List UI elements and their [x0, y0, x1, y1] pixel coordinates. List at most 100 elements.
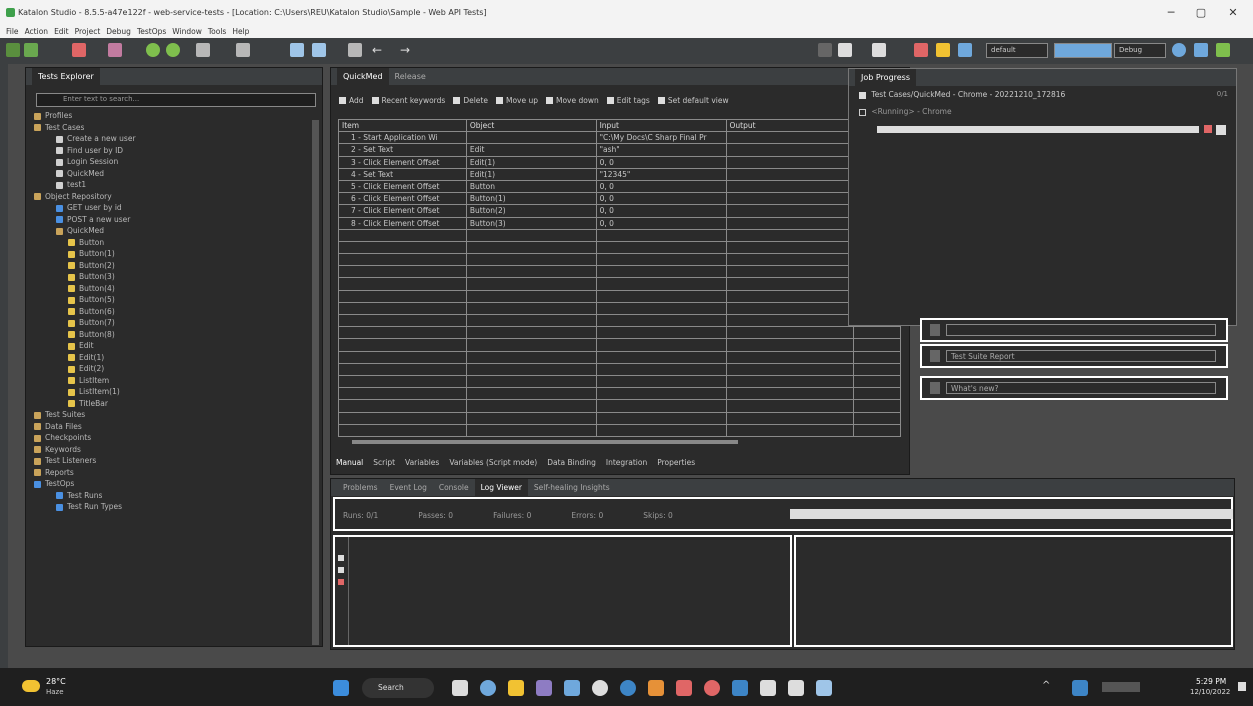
editor-mode-tab[interactable]: Variables: [405, 458, 439, 467]
empty-cell[interactable]: [465, 423, 597, 437]
panel-toggle-icon[interactable]: [818, 43, 832, 57]
tree-item[interactable]: Button(1): [30, 248, 312, 260]
empty-cell[interactable]: [465, 399, 597, 413]
clock-time[interactable]: 5:29 PM: [1196, 677, 1226, 686]
empty-cell[interactable]: [595, 374, 727, 389]
table-row[interactable]: 2 - Set Text Edit "ash": [338, 143, 901, 157]
empty-cell[interactable]: [595, 240, 727, 255]
editor-mode-tab[interactable]: Integration: [606, 458, 647, 467]
cell-object[interactable]: Edit(1): [465, 167, 597, 181]
run-select[interactable]: [1054, 43, 1112, 58]
tree-item[interactable]: Profiles: [30, 110, 312, 122]
empty-cell[interactable]: [725, 277, 855, 291]
column-header[interactable]: Item: [338, 118, 467, 133]
empty-cell[interactable]: [725, 411, 855, 425]
windows-spy-icon[interactable]: [290, 43, 304, 57]
empty-cell[interactable]: [465, 277, 597, 291]
cell-input[interactable]: 0, 0: [595, 216, 727, 230]
tests-explorer-tab[interactable]: Tests Explorer: [32, 68, 100, 85]
cell-object[interactable]: Edit: [465, 143, 597, 157]
tree-item[interactable]: Test Cases: [30, 122, 312, 134]
search-input[interactable]: Enter text to search...: [63, 95, 139, 103]
menu-file[interactable]: File: [6, 26, 19, 38]
empty-cell[interactable]: [853, 387, 901, 401]
empty-cell[interactable]: [595, 350, 727, 364]
tree-item[interactable]: Test Runs: [30, 490, 312, 502]
tree-item[interactable]: Button(7): [30, 317, 312, 329]
tree-item[interactable]: Create a new user: [30, 133, 312, 145]
clock-date[interactable]: 12/10/2022: [1190, 688, 1230, 696]
tree-item[interactable]: QuickMed: [30, 168, 312, 180]
table-row[interactable]: 6 - Click Element Offset Button(1) 0, 0: [338, 192, 901, 206]
cell-output[interactable]: [725, 204, 855, 218]
editor-toolbar-button[interactable]: Move up: [495, 96, 538, 106]
empty-cell[interactable]: [725, 313, 855, 328]
tree-item[interactable]: Find user by ID: [30, 145, 312, 157]
tree-item[interactable]: Button(6): [30, 306, 312, 318]
tree-item[interactable]: Edit: [30, 340, 312, 352]
save-icon[interactable]: [24, 43, 38, 57]
editor-mode-tab[interactable]: Variables (Script mode): [449, 458, 537, 467]
windows-record-icon[interactable]: [312, 43, 326, 57]
empty-cell[interactable]: [338, 423, 467, 437]
empty-cell[interactable]: [725, 301, 855, 316]
column-header[interactable]: Output: [725, 118, 855, 133]
tree-item[interactable]: Keywords: [30, 444, 312, 456]
tree-item[interactable]: Edit(2): [30, 363, 312, 375]
table-row[interactable]: 1 - Start Application Wi "C:\My Docs\C Sh…: [338, 131, 901, 145]
mobile-spy-icon[interactable]: [196, 43, 210, 57]
log-tab[interactable]: Log Viewer: [474, 479, 528, 496]
empty-cell[interactable]: [338, 301, 467, 316]
account-icon[interactable]: [1172, 43, 1186, 57]
empty-cell[interactable]: [853, 374, 901, 389]
table-row[interactable]: [338, 423, 901, 437]
stop-icon[interactable]: [914, 43, 928, 57]
empty-cell[interactable]: [725, 374, 855, 389]
expand-icon[interactable]: [338, 555, 344, 561]
column-header[interactable]: Input: [595, 118, 727, 133]
spy-icon[interactable]: [108, 43, 122, 57]
empty-cell[interactable]: [465, 350, 597, 364]
empty-cell[interactable]: [465, 411, 597, 425]
filter-failed-icon[interactable]: [338, 579, 344, 585]
editor-toolbar-button[interactable]: Add: [339, 96, 364, 106]
cell-object[interactable]: Button: [465, 179, 597, 194]
visual-studio-icon[interactable]: [536, 680, 552, 696]
cell-item[interactable]: 6 - Click Element Offset: [338, 192, 467, 206]
tree-item[interactable]: Button(2): [30, 260, 312, 272]
web-record-icon[interactable]: [166, 43, 180, 57]
cell-input[interactable]: "C:\My Docs\C Sharp Final Pr: [595, 131, 727, 145]
tree-item[interactable]: Button: [30, 237, 312, 249]
cell-input[interactable]: "ash": [595, 143, 727, 157]
tree-item[interactable]: Button(3): [30, 271, 312, 283]
empty-cell[interactable]: [595, 423, 727, 437]
close-button[interactable]: ✕: [1218, 4, 1248, 22]
cell-object[interactable]: Button(2): [465, 204, 597, 218]
plugin-icon[interactable]: [1216, 43, 1230, 57]
settings-icon[interactable]: [760, 680, 776, 696]
empty-cell[interactable]: [338, 338, 467, 352]
editor-mode-tab[interactable]: Data Binding: [547, 458, 596, 467]
empty-cell[interactable]: [595, 313, 727, 328]
log-tab[interactable]: Problems: [337, 479, 384, 496]
empty-cell[interactable]: [595, 338, 727, 352]
empty-cell[interactable]: [725, 423, 855, 437]
empty-cell[interactable]: [465, 362, 597, 376]
table-row[interactable]: [338, 240, 901, 255]
job-details-icon[interactable]: [1216, 125, 1226, 135]
table-row[interactable]: [338, 289, 901, 303]
empty-cell[interactable]: [595, 399, 727, 413]
empty-cell[interactable]: [595, 228, 727, 242]
editor-toolbar-button[interactable]: Edit tags: [606, 96, 650, 106]
tree-item[interactable]: ListItem: [30, 375, 312, 387]
cell-item[interactable]: 1 - Start Application Wi: [338, 131, 467, 145]
tree-item[interactable]: QuickMed: [30, 225, 312, 237]
empty-cell[interactable]: [853, 362, 901, 376]
tree-item[interactable]: GET user by id: [30, 202, 312, 214]
editor-mode-tab[interactable]: Properties: [657, 458, 695, 467]
empty-cell[interactable]: [595, 265, 727, 279]
editor-toolbar-button[interactable]: Move down: [545, 96, 599, 106]
notification-icon[interactable]: [1238, 682, 1246, 691]
terminate-icon[interactable]: [936, 43, 950, 57]
cell-item[interactable]: 4 - Set Text: [338, 167, 467, 181]
